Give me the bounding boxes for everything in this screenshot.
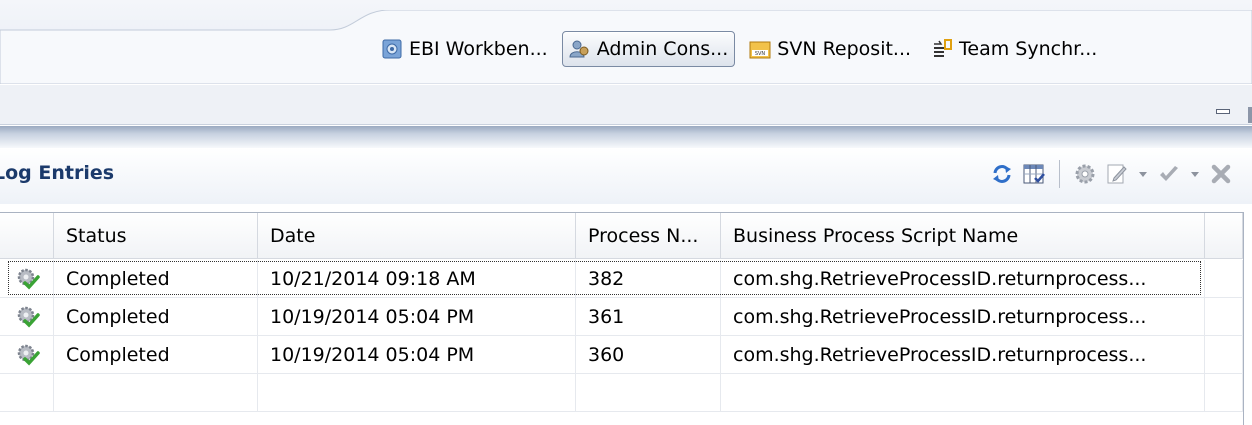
empty-cell (0, 374, 54, 412)
empty-cell (721, 374, 1205, 412)
perspective-label: Admin Cons... (596, 38, 729, 60)
edit-dropdown[interactable] (1136, 161, 1150, 187)
approve-button[interactable] (1156, 161, 1182, 187)
column-header-script-name[interactable]: Business Process Script Name (721, 213, 1205, 259)
approve-dropdown[interactable] (1188, 161, 1202, 187)
completed-gear-check-icon (17, 306, 40, 328)
empty-cell (1205, 374, 1243, 412)
log-entries-table: Status Date Process N... Business Proces… (0, 212, 1244, 425)
process-number-cell: 360 (576, 336, 721, 374)
settings-gear-icon (1075, 164, 1095, 184)
toolbar-separator (1059, 160, 1060, 188)
empty-table-row (0, 374, 1243, 412)
table-row[interactable]: Completed 10/19/2014 05:04 PM 361 com.sh… (0, 298, 1243, 336)
status-icon-cell (0, 336, 54, 374)
perspective-admin-console[interactable]: Admin Cons... (561, 31, 736, 67)
column-header-process-number[interactable]: Process N... (576, 213, 721, 259)
script-name-cell: com.shg.RetrieveProcessID.returnprocess.… (721, 298, 1205, 336)
perspective-label: Team Synchr... (959, 38, 1098, 60)
refresh-button[interactable] (989, 161, 1015, 187)
view-title: Log Entries (0, 162, 115, 184)
table-row[interactable]: Completed 10/19/2014 05:04 PM 360 com.sh… (0, 336, 1243, 374)
date-cell: 10/21/2014 09:18 AM (258, 260, 576, 298)
window-edge (1248, 107, 1252, 123)
perspective-bar: EBI Workben... Admin Cons... SVN SVN Rep… (0, 0, 1252, 84)
minimize-button[interactable] (1216, 109, 1230, 114)
svn-repository-icon: SVN (749, 41, 771, 59)
completed-gear-check-icon (17, 344, 40, 366)
filler-cell (1205, 260, 1243, 298)
approve-check-icon (1160, 166, 1178, 181)
delete-x-icon (1211, 164, 1231, 184)
status-cell: Completed (54, 298, 258, 336)
column-header-date[interactable]: Date (258, 213, 576, 259)
empty-cell (258, 374, 576, 412)
completed-gear-check-icon (17, 268, 40, 290)
status-cell: Completed (54, 260, 258, 298)
chevron-down-icon (1139, 172, 1147, 177)
refresh-icon (993, 165, 1011, 183)
status-cell: Completed (54, 336, 258, 374)
perspective-switcher: EBI Workben... Admin Cons... SVN SVN Rep… (375, 31, 1103, 67)
script-name-cell: com.shg.RetrieveProcessID.returnprocess.… (721, 260, 1205, 298)
columns-button[interactable] (1021, 161, 1047, 187)
perspective-label: SVN Reposit... (777, 38, 912, 60)
filler-cell (1205, 336, 1243, 374)
perspective-ebi-workbench[interactable]: EBI Workben... (375, 31, 554, 67)
table-row[interactable]: Completed 10/21/2014 09:18 AM 382 com.sh… (0, 260, 1243, 298)
column-header-icon[interactable] (0, 213, 54, 259)
settings-button[interactable] (1072, 161, 1098, 187)
empty-cell (54, 374, 258, 412)
script-name-cell: com.shg.RetrieveProcessID.returnprocess.… (721, 336, 1205, 374)
view-toolbar (989, 160, 1234, 188)
columns-icon (1023, 164, 1045, 184)
panel-sash[interactable] (0, 126, 1252, 148)
empty-cell (576, 374, 721, 412)
process-number-cell: 361 (576, 298, 721, 336)
perspective-svn-repository[interactable]: SVN SVN Reposit... (743, 31, 917, 67)
ebi-workbench-icon (382, 39, 402, 59)
date-cell: 10/19/2014 05:04 PM (258, 298, 576, 336)
column-header-filler (1205, 213, 1243, 259)
table-header: Status Date Process N... Business Proces… (0, 213, 1243, 259)
filler-cell (1205, 298, 1243, 336)
edit-icon (1107, 164, 1127, 184)
column-header-status[interactable]: Status (54, 213, 258, 259)
process-number-cell: 382 (576, 260, 721, 298)
edit-button[interactable] (1104, 161, 1130, 187)
delete-button[interactable] (1208, 161, 1234, 187)
team-synchronize-icon (934, 39, 953, 57)
chevron-down-icon (1191, 172, 1199, 177)
status-icon-cell (0, 260, 54, 298)
status-icon-cell (0, 298, 54, 336)
svg-text:SVN: SVN (755, 51, 766, 57)
perspective-team-synchronize[interactable]: Team Synchr... (925, 31, 1103, 67)
view-header: Log Entries (0, 148, 1252, 204)
admin-console-icon (569, 40, 589, 58)
editor-toolbar (0, 85, 1252, 125)
perspective-label: EBI Workben... (409, 38, 548, 60)
date-cell: 10/19/2014 05:04 PM (258, 336, 576, 374)
